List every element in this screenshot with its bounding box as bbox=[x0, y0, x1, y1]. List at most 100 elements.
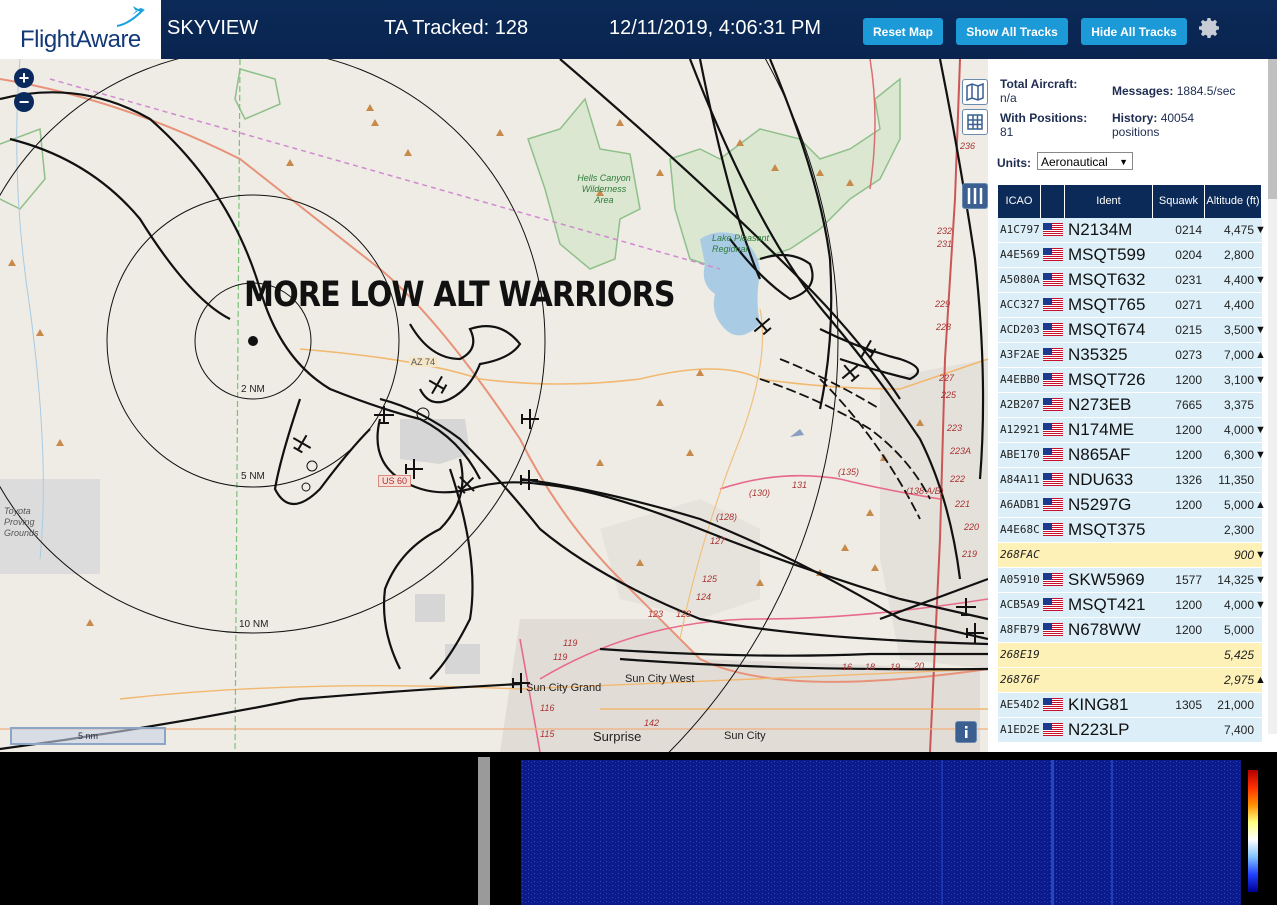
place-sun-city: Sun City bbox=[724, 730, 766, 742]
altitude-cell: 3,100 bbox=[1223, 373, 1254, 387]
show-all-tracks-button[interactable]: Show All Tracks bbox=[956, 18, 1068, 45]
table-row[interactable]: A5080A MSQT632 0231 4,400 ▼ bbox=[998, 268, 1266, 293]
road-number: 231 bbox=[937, 239, 953, 249]
units-select[interactable]: Aeronautical ▼ bbox=[1037, 152, 1133, 170]
info-icon bbox=[965, 726, 968, 738]
us-flag-icon bbox=[1043, 273, 1063, 286]
altitude-cell: 4,000 bbox=[1223, 598, 1254, 612]
reset-map-button[interactable]: Reset Map bbox=[863, 18, 943, 45]
squawk-cell: 1200 bbox=[1175, 423, 1202, 437]
road-number: 221 bbox=[955, 499, 971, 509]
columns-icon bbox=[967, 188, 983, 204]
grid-button[interactable] bbox=[962, 109, 988, 135]
col-flag[interactable] bbox=[1041, 185, 1065, 218]
splitter-handle[interactable] bbox=[478, 757, 490, 905]
icao-cell: ABE170 bbox=[1000, 448, 1040, 461]
ident-cell: N35325 bbox=[1068, 345, 1128, 364]
squawk-cell: 1577 bbox=[1175, 573, 1202, 587]
messages-stat: Messages: 1884.5/sec bbox=[1112, 84, 1235, 98]
altitude-cell: 7,400 bbox=[1223, 723, 1254, 737]
aircraft-panel: Total Aircraft: n/a Messages: 1884.5/sec… bbox=[988, 59, 1277, 752]
squawk-cell: 0215 bbox=[1175, 323, 1202, 337]
table-row[interactable]: 268E19 5,425 bbox=[998, 643, 1262, 668]
icao-cell: ACC327 bbox=[1000, 298, 1040, 311]
range-label-2nm: 2 NM bbox=[241, 384, 265, 395]
logo-text: FlightAware bbox=[20, 26, 141, 53]
gear-icon[interactable] bbox=[1198, 16, 1222, 40]
altitude-cell: 4,000 bbox=[1223, 423, 1254, 437]
table-row[interactable]: A4E68C MSQT375 2,300 bbox=[998, 518, 1262, 543]
road-number: 124 bbox=[696, 592, 712, 602]
road-number: 115 bbox=[540, 729, 555, 739]
columns-button[interactable] bbox=[962, 183, 988, 209]
table-row[interactable]: A6ADB1 N5297G 1200 5,000 ▲ bbox=[998, 493, 1266, 518]
road-number: 131 bbox=[792, 480, 808, 490]
ident-cell: N223LP bbox=[1068, 720, 1130, 739]
place-toyota: Toyota Proving Grounds bbox=[4, 506, 39, 538]
road-us60: US 60 bbox=[378, 475, 412, 487]
icao-cell: A3F2AE bbox=[1000, 348, 1040, 361]
zoom-out-button[interactable]: − bbox=[14, 92, 34, 112]
panel-scrollbar-thumb[interactable] bbox=[1268, 59, 1277, 199]
grid-icon bbox=[967, 114, 983, 130]
hide-all-tracks-button[interactable]: Hide All Tracks bbox=[1081, 18, 1187, 45]
road-az74: AZ 74 bbox=[409, 357, 438, 367]
map-icon bbox=[966, 82, 984, 102]
ident-cell: MSQT599 bbox=[1068, 245, 1146, 264]
us-flag-icon bbox=[1043, 473, 1063, 486]
altitude-cell: 7,000 bbox=[1223, 348, 1254, 362]
altitude-cell: 2,975 bbox=[1223, 673, 1254, 687]
altitude-cell: 3,375 bbox=[1223, 398, 1254, 412]
us-flag-icon bbox=[1043, 373, 1063, 386]
icao-cell: A5080A bbox=[1000, 273, 1040, 286]
table-row[interactable]: A8FB79 N678WW 1200 5,000 bbox=[998, 618, 1262, 643]
icao-cell: 26876F bbox=[1000, 673, 1040, 686]
chevron-down-icon: ▼ bbox=[1119, 157, 1128, 167]
col-icao[interactable]: ICAO bbox=[998, 185, 1041, 218]
col-squawk[interactable]: Squawk bbox=[1153, 185, 1205, 218]
altitude-cell: 21,000 bbox=[1217, 698, 1254, 712]
altitude-trend-icon: ▼ bbox=[1255, 274, 1266, 286]
info-button[interactable] bbox=[955, 721, 977, 743]
squawk-cell: 1200 bbox=[1175, 623, 1202, 637]
zoom-in-button[interactable]: + bbox=[14, 68, 34, 88]
table-row[interactable]: A12921 N174ME 1200 4,000 ▼ bbox=[998, 418, 1266, 443]
table-row[interactable]: 26876F 2,975 ▲ bbox=[998, 668, 1266, 693]
icao-cell: A05910 bbox=[1000, 573, 1040, 586]
squawk-cell: 1200 bbox=[1175, 598, 1202, 612]
table-row[interactable]: 268FAC 900 ▼ bbox=[998, 543, 1266, 568]
annotation-text: MORE LOW ALT WARRIORS bbox=[244, 275, 676, 315]
table-row[interactable]: A3F2AE N35325 0273 7,000 ▲ bbox=[998, 343, 1266, 368]
table-row[interactable]: A4EBB0 MSQT726 1200 3,100 ▼ bbox=[998, 368, 1266, 393]
altitude-cell: 900 bbox=[1233, 548, 1254, 562]
table-row[interactable]: ACD203 MSQT674 0215 3,500 ▼ bbox=[998, 318, 1266, 343]
ident-cell: N273EB bbox=[1068, 395, 1132, 414]
squawk-cell: 0204 bbox=[1175, 248, 1202, 262]
icao-cell: A8FB79 bbox=[1000, 623, 1040, 636]
table-row[interactable]: A1C797 N2134M 0214 4,475 ▼ bbox=[998, 218, 1266, 243]
table-row[interactable]: ACC327 MSQT765 0271 4,400 bbox=[998, 293, 1262, 318]
flightaware-logo[interactable]: FlightAware bbox=[0, 0, 161, 59]
table-row[interactable]: A4E569 MSQT599 0204 2,800 bbox=[998, 243, 1262, 268]
table-row[interactable]: A84A11 NDU633 1326 11,350 bbox=[998, 468, 1262, 493]
tracked-count: TA Tracked: 128 bbox=[384, 17, 529, 39]
squawk-cell: 1200 bbox=[1175, 448, 1202, 462]
table-row[interactable]: A1ED2E N223LP 7,400 bbox=[998, 718, 1262, 743]
table-row[interactable]: AE54D2 KING81 1305 21,000 bbox=[998, 693, 1262, 718]
ident-cell: N5297G bbox=[1068, 495, 1132, 514]
icao-cell: A1ED2E bbox=[1000, 723, 1040, 736]
ident-cell: MSQT632 bbox=[1068, 270, 1146, 289]
table-row[interactable]: A2B207 N273EB 7665 3,375 bbox=[998, 393, 1262, 418]
us-flag-icon bbox=[1043, 423, 1063, 436]
table-row[interactable]: ABE170 N865AF 1200 6,300 ▼ bbox=[998, 443, 1266, 468]
us-flag-icon bbox=[1043, 523, 1063, 536]
map-layers-button[interactable] bbox=[962, 79, 988, 105]
table-row[interactable]: ACB5A9 MSQT421 1200 4,000 ▼ bbox=[998, 593, 1266, 618]
icao-cell: A84A11 bbox=[1000, 473, 1040, 486]
map-view[interactable]: 2 NM 5 NM 10 NM Hells Canyon Wilderness … bbox=[0, 59, 988, 752]
col-ident[interactable]: Ident bbox=[1065, 185, 1153, 218]
col-altitude[interactable]: Altitude (ft) bbox=[1205, 185, 1262, 218]
altitude-cell: 2,300 bbox=[1223, 523, 1254, 537]
altitude-trend-icon: ▼ bbox=[1255, 424, 1266, 436]
table-row[interactable]: A05910 SKW5969 1577 14,325 ▼ bbox=[998, 568, 1266, 593]
